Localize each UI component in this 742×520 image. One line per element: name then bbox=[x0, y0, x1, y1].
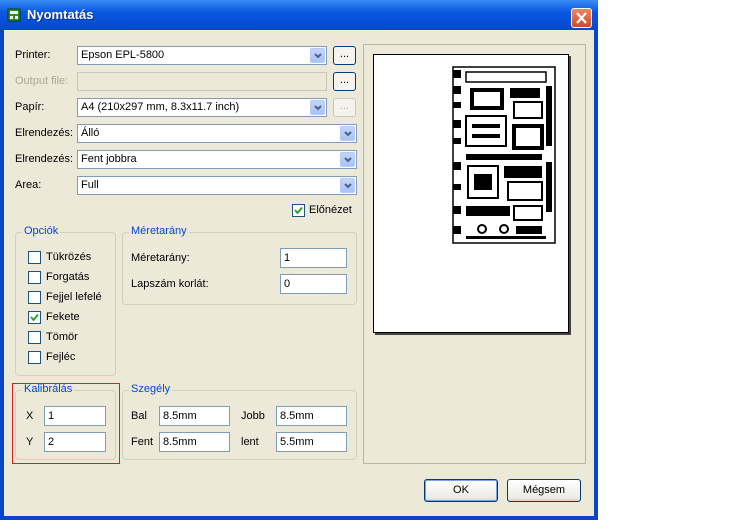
printer-select[interactable]: Epson EPL-5800 bbox=[77, 46, 327, 65]
printer-browse-button[interactable]: ... bbox=[333, 46, 356, 65]
paper-value: A4 (210x297 mm, 8.3x11.7 inch) bbox=[81, 101, 240, 113]
area-select[interactable]: Full bbox=[77, 176, 357, 195]
margin-bottom-label: lent bbox=[241, 436, 259, 448]
layout-select[interactable]: Fent jobbra bbox=[77, 150, 357, 169]
margin-left-value: 8.5mm bbox=[163, 410, 197, 422]
orientation-label: Elrendezés: bbox=[15, 127, 74, 139]
options-legend: Opciók bbox=[22, 225, 61, 237]
output-file-label: Output file: bbox=[15, 75, 69, 87]
calibration-y-label: Y bbox=[26, 436, 34, 448]
output-file-input[interactable] bbox=[77, 72, 327, 91]
black-checkbox[interactable] bbox=[28, 311, 41, 324]
layout-label: Elrendezés: bbox=[15, 153, 74, 165]
ok-button[interactable]: OK bbox=[424, 479, 498, 502]
preview-checkbox[interactable] bbox=[292, 204, 305, 217]
margin-right-input[interactable]: 8.5mm bbox=[276, 406, 347, 426]
paper-dropdown-button[interactable] bbox=[310, 100, 325, 115]
output-file-browse-button[interactable]: ... bbox=[333, 72, 356, 91]
paper-select[interactable]: A4 (210x297 mm, 8.3x11.7 inch) bbox=[77, 98, 327, 117]
area-label: Area: bbox=[15, 179, 42, 191]
margin-bottom-value: 5.5mm bbox=[280, 436, 314, 448]
page-limit-value: 0 bbox=[284, 278, 291, 290]
pcb-preview-image bbox=[452, 66, 556, 244]
chevron-down-icon bbox=[344, 157, 352, 163]
rotate-label: Forgatás bbox=[46, 271, 90, 283]
upside-down-label: Fejjel lefelé bbox=[46, 291, 102, 303]
window-title: Nyomtatás bbox=[27, 7, 94, 22]
scale-ratio-label: Méretarány: bbox=[131, 252, 190, 264]
scale-group: Méretarány bbox=[122, 225, 357, 305]
solid-label: Tömör bbox=[46, 331, 78, 343]
margin-top-input[interactable]: 8.5mm bbox=[159, 432, 230, 452]
scale-legend: Méretarány bbox=[129, 225, 189, 237]
margin-bottom-input[interactable]: 5.5mm bbox=[276, 432, 347, 452]
black-label: Fekete bbox=[46, 311, 80, 323]
close-button[interactable] bbox=[571, 8, 592, 28]
orientation-dropdown-button[interactable] bbox=[340, 126, 355, 141]
printer-dropdown-button[interactable] bbox=[310, 48, 325, 63]
printer-value: Epson EPL-5800 bbox=[81, 49, 165, 61]
calibration-x-input[interactable]: 1 bbox=[44, 406, 106, 426]
margin-top-label: Fent bbox=[131, 436, 154, 448]
chevron-down-icon bbox=[344, 183, 352, 189]
margin-left-label: Bal bbox=[131, 410, 147, 422]
upside-down-checkbox[interactable] bbox=[28, 291, 41, 304]
printer-label: Printer: bbox=[15, 49, 51, 61]
page-limit-label: Lapszám korlát: bbox=[131, 278, 209, 290]
area-value: Full bbox=[81, 179, 99, 191]
page-limit-input[interactable]: 0 bbox=[280, 274, 347, 294]
preview-label: Előnézet bbox=[309, 204, 352, 216]
margins-legend: Szegély bbox=[129, 383, 173, 395]
margin-right-value: 8.5mm bbox=[280, 410, 314, 422]
header-label: Fejléc bbox=[46, 351, 76, 363]
print-preview-panel bbox=[363, 44, 586, 464]
layout-dropdown-button[interactable] bbox=[340, 152, 355, 167]
checkmark-icon bbox=[294, 206, 303, 215]
checkmark-icon bbox=[30, 313, 39, 322]
paper-browse-button[interactable]: ... bbox=[333, 98, 356, 117]
printer-board-icon bbox=[7, 8, 21, 22]
chevron-down-icon bbox=[314, 53, 322, 59]
calibration-x-value: 1 bbox=[48, 410, 55, 422]
mirror-checkbox[interactable] bbox=[28, 251, 41, 264]
margin-left-input[interactable]: 8.5mm bbox=[159, 406, 230, 426]
print-dialog-window: Nyomtatás Printer: Epson EPL-5800 ... Ou… bbox=[0, 0, 598, 520]
calibration-y-input[interactable]: 2 bbox=[44, 432, 106, 452]
calibration-y-value: 2 bbox=[48, 436, 55, 448]
preview-page bbox=[373, 54, 569, 333]
dialog-body: Printer: Epson EPL-5800 ... Output file:… bbox=[4, 30, 594, 516]
calibration-x-label: X bbox=[26, 410, 34, 422]
chevron-down-icon bbox=[344, 131, 352, 137]
paper-label: Papír: bbox=[15, 101, 45, 113]
rotate-checkbox[interactable] bbox=[28, 271, 41, 284]
header-checkbox[interactable] bbox=[28, 351, 41, 364]
cancel-button[interactable]: Mégsem bbox=[507, 479, 581, 502]
title-bar[interactable]: Nyomtatás bbox=[0, 0, 598, 30]
orientation-value: Álló bbox=[81, 127, 100, 139]
chevron-down-icon bbox=[314, 105, 322, 111]
margin-top-value: 8.5mm bbox=[163, 436, 197, 448]
margin-right-label: Jobb bbox=[241, 410, 265, 422]
layout-value: Fent jobbra bbox=[81, 153, 137, 165]
solid-checkbox[interactable] bbox=[28, 331, 41, 344]
scale-ratio-value: 1 bbox=[284, 252, 291, 264]
orientation-select[interactable]: Álló bbox=[77, 124, 357, 143]
close-icon bbox=[576, 12, 587, 24]
area-dropdown-button[interactable] bbox=[340, 178, 355, 193]
mirror-label: Tükrözés bbox=[46, 251, 92, 263]
scale-ratio-input[interactable]: 1 bbox=[280, 248, 347, 268]
